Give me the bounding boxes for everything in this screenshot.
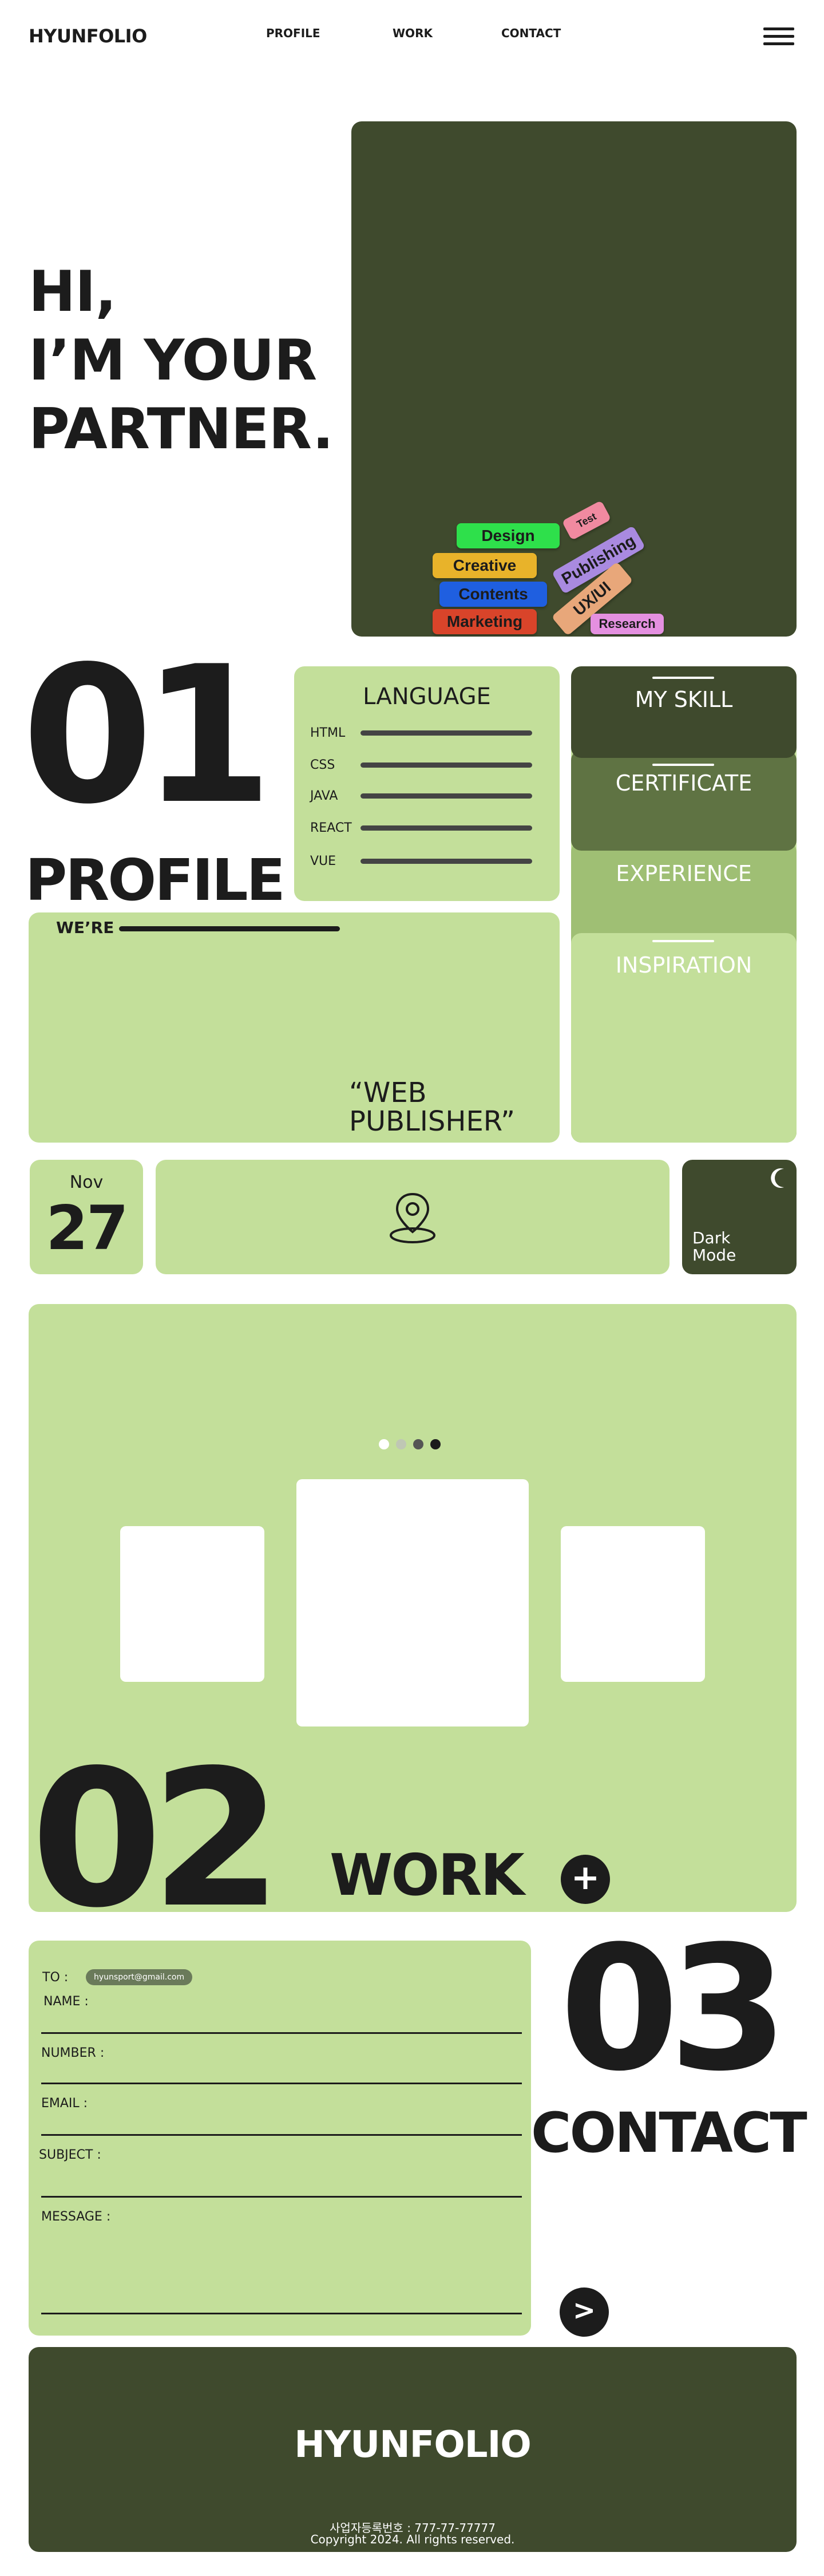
- subject-field[interactable]: [41, 2196, 522, 2198]
- hero-image-panel: Design Creative Contents Marketing Test …: [351, 121, 797, 637]
- location-widget[interactable]: [156, 1160, 670, 1274]
- tab-inspiration-label: INSPIRATION: [615, 953, 752, 978]
- site-logo[interactable]: HYUNFOLIO: [29, 25, 147, 47]
- intro-label: WE’RE: [56, 918, 114, 937]
- nav-profile[interactable]: PROFILE: [266, 26, 320, 40]
- tag-research: Research: [591, 614, 664, 634]
- message-field[interactable]: [41, 2313, 522, 2314]
- language-bar-vue: [360, 859, 532, 864]
- dark-mode-label-line-1: Dark: [692, 1228, 731, 1247]
- intro-quote: “WEB PUBLISHER”: [349, 1078, 515, 1136]
- to-label: TO :: [42, 1970, 69, 1985]
- name-label: NAME :: [43, 1994, 89, 2009]
- nav-work[interactable]: WORK: [393, 26, 433, 40]
- language-label-react: REACT: [310, 821, 352, 835]
- carousel-dot-2[interactable]: [396, 1439, 406, 1449]
- language-label-html: HTML: [310, 726, 346, 740]
- tab-handle: [652, 940, 714, 942]
- date-day: 27: [46, 1193, 129, 1263]
- dark-mode-label: Dark Mode: [692, 1230, 736, 1264]
- work-card-center[interactable]: [296, 1479, 529, 1726]
- language-bar-html: [360, 730, 532, 736]
- email-label: EMAIL :: [41, 2096, 88, 2111]
- language-card: LANGUAGE HTML CSS JAVA REACT VUE: [294, 666, 560, 901]
- hero-line-2: I’M YOUR: [29, 328, 317, 393]
- email-field[interactable]: [41, 2134, 522, 2136]
- tab-inspiration[interactable]: INSPIRATION: [571, 933, 797, 1143]
- number-label: NUMBER :: [41, 2046, 105, 2060]
- location-pin-icon: [390, 1192, 435, 1243]
- language-label-css: CSS: [310, 758, 335, 772]
- submit-contact-button[interactable]: >: [560, 2287, 609, 2337]
- to-email-chip: hyunsport@gmail.com: [86, 1969, 193, 1985]
- tag-design: Design: [457, 523, 560, 548]
- intro-quote-line-1: “WEB: [349, 1077, 427, 1109]
- message-label: MESSAGE :: [41, 2210, 111, 2224]
- tab-handle: [652, 677, 714, 679]
- subject-label: SUBJECT :: [39, 2148, 101, 2162]
- language-label-vue: VUE: [310, 854, 336, 868]
- tab-certificate[interactable]: CERTIFICATE: [571, 750, 797, 851]
- profile-section-number: 01: [22, 626, 273, 846]
- dark-mode-toggle[interactable]: Dark Mode: [682, 1160, 797, 1274]
- intro-quote-line-2: PUBLISHER”: [349, 1105, 515, 1137]
- carousel-dot-1[interactable]: [379, 1439, 389, 1449]
- footer-copyright: Copyright 2024. All rights reserved.: [310, 2532, 515, 2546]
- tag-test: Test: [561, 500, 612, 541]
- nav-contact[interactable]: CONTACT: [501, 26, 561, 40]
- tag-contents: Contents: [439, 582, 547, 607]
- work-section: 02 WORK +: [29, 1304, 797, 1934]
- name-field[interactable]: [41, 2032, 522, 2034]
- footer: HYUNFOLIO 사업자등록번호 : 777-77-77777 Copyrig…: [29, 2347, 797, 2552]
- tab-handle: [652, 764, 714, 766]
- language-bar-css: [360, 762, 532, 768]
- date-month: Nov: [69, 1172, 104, 1192]
- work-card-right[interactable]: [561, 1526, 705, 1682]
- contact-section-title: CONTACT: [531, 2101, 807, 2165]
- profile-section-title: PROFILE: [25, 847, 286, 914]
- tag-marketing: Marketing: [433, 609, 537, 634]
- work-section-number: 02: [31, 1729, 282, 1949]
- tab-my-skill-label: MY SKILL: [635, 687, 733, 712]
- hero-heading: HI, I’M YOUR PARTNER.: [29, 258, 334, 464]
- language-title: LANGUAGE: [363, 683, 491, 710]
- intro-card: WE’RE “WEB PUBLISHER”: [29, 912, 560, 1143]
- tab-my-skill[interactable]: MY SKILL: [571, 666, 797, 758]
- hero-line-1: HI,: [29, 259, 117, 325]
- tab-experience-label: EXPERIENCE: [616, 861, 752, 886]
- tab-certificate-label: CERTIFICATE: [615, 771, 752, 796]
- contact-form: TO : hyunsport@gmail.com NAME : NUMBER :…: [29, 1941, 531, 2336]
- language-label-java: JAVA: [310, 789, 338, 803]
- intro-underline: [119, 926, 340, 931]
- language-bar-java: [360, 793, 532, 799]
- contact-section-number: 03: [560, 1909, 789, 2109]
- hero-line-3: PARTNER.: [29, 397, 334, 462]
- language-bar-react: [360, 825, 532, 831]
- work-section-title: WORK: [330, 1842, 525, 1909]
- hamburger-menu-icon[interactable]: [763, 27, 794, 46]
- number-field[interactable]: [41, 2083, 522, 2084]
- carousel-dot-4[interactable]: [430, 1439, 441, 1449]
- carousel-dot-3[interactable]: [413, 1439, 423, 1449]
- work-card-left[interactable]: [120, 1526, 264, 1682]
- dark-mode-label-line-2: Mode: [692, 1246, 736, 1265]
- footer-logo: HYUNFOLIO: [294, 2424, 532, 2466]
- date-widget: Nov 27: [30, 1160, 143, 1274]
- add-work-button[interactable]: +: [561, 1855, 610, 1904]
- moon-icon: [771, 1168, 784, 1188]
- tag-creative: Creative: [433, 553, 537, 578]
